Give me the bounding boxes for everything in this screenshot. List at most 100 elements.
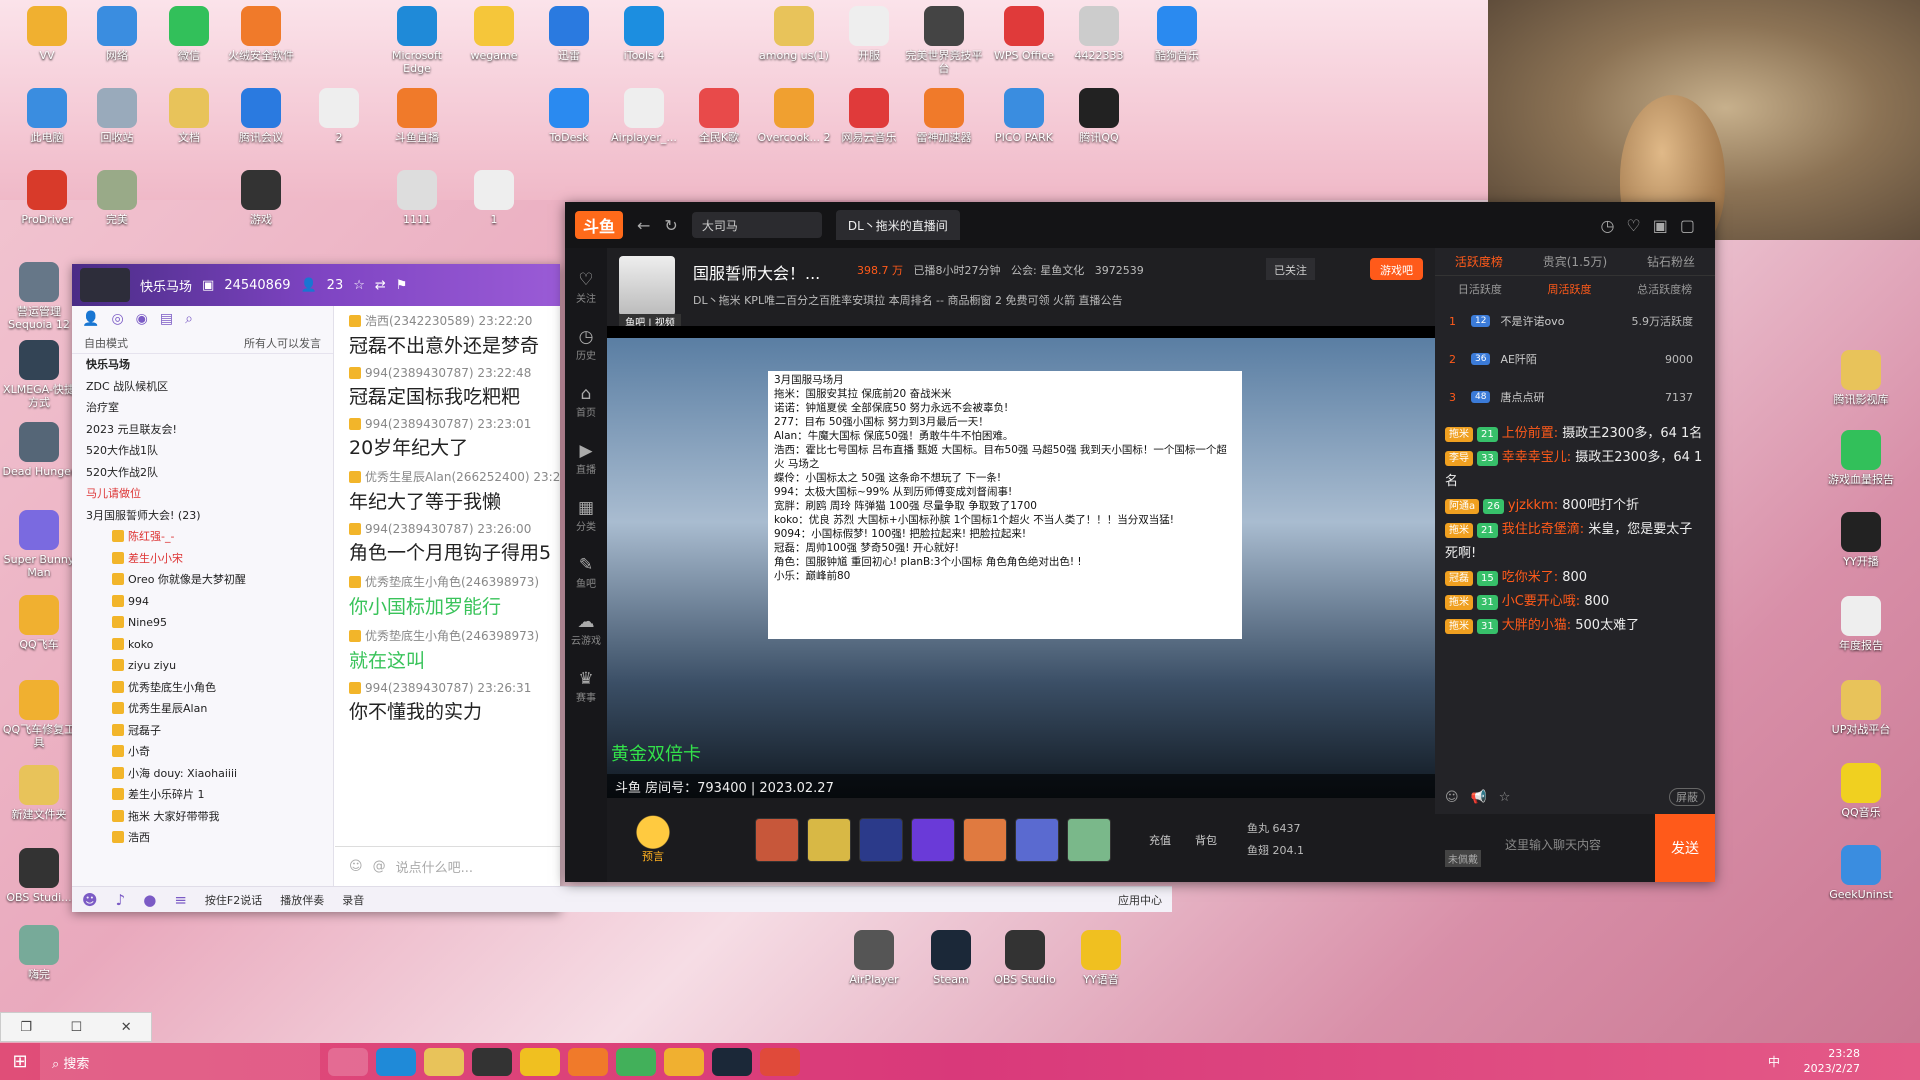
gift-item[interactable]	[807, 818, 851, 862]
desktop-icon[interactable]: 新建文件夹	[0, 765, 78, 821]
desktop-icon[interactable]: 1111	[378, 170, 456, 226]
rank-tab[interactable]: 活跃度榜	[1455, 253, 1503, 270]
desktop-icon[interactable]: 腾讯影视库	[1822, 350, 1900, 406]
desktop-icon[interactable]: 开服	[830, 6, 908, 62]
close-icon[interactable]: ✕	[121, 1020, 132, 1035]
desktop-icon[interactable]: 年度报告	[1822, 596, 1900, 652]
desktop-icon[interactable]: 游戏	[222, 170, 300, 226]
desktop-icon[interactable]: 腾讯QQ	[1060, 88, 1138, 144]
desktop-icon[interactable]: VV	[8, 6, 86, 62]
gift-item[interactable]	[1015, 818, 1059, 862]
video-player[interactable]: 3月国服马场月 拖米：国服安其拉 保底前20 奋战米米 诺诺：钟馗夏侯 全部保底50…	[607, 326, 1435, 798]
task-view-icon[interactable]	[328, 1047, 368, 1076]
desktop-icon[interactable]: 网易云音乐	[830, 88, 908, 144]
shield-toggle[interactable]: 屏蔽	[1669, 788, 1705, 806]
share-icon[interactable]: ⇄	[375, 278, 386, 293]
desktop-icon[interactable]: OBS Studi...	[0, 848, 78, 904]
desktop-icon[interactable]: 嗨完	[0, 925, 78, 981]
rank-tab[interactable]: 贵宾(1.5万)	[1543, 253, 1607, 270]
danmaku-user[interactable]: 幸幸幸宝儿:	[1502, 450, 1571, 465]
douyu-logo[interactable]: 斗鱼	[575, 211, 624, 239]
gift-item[interactable]	[911, 818, 955, 862]
channel-member[interactable]: 冠磊子	[86, 720, 333, 742]
desktop-icon[interactable]: 迅雷	[530, 6, 608, 62]
desktop-icon[interactable]: WPS Office	[985, 6, 1063, 62]
chat-input-area[interactable]: ☺ @ 说点什么吧...	[335, 846, 560, 886]
channel-member[interactable]: 差生小乐碎片 1	[86, 784, 333, 806]
desktop-icon[interactable]: YY开播	[1822, 512, 1900, 568]
game-button[interactable]: 游戏吧	[1370, 258, 1423, 280]
qq-icon[interactable]	[664, 1047, 704, 1076]
member-tool-icon[interactable]: 👤	[82, 311, 99, 327]
location-tool-icon[interactable]: ◉	[136, 311, 148, 327]
channel-item[interactable]: 快乐马场	[86, 354, 333, 376]
search-input[interactable]: 大司马	[691, 212, 822, 238]
danmaku-user[interactable]: 上份前置:	[1502, 426, 1558, 441]
desktop-icon[interactable]: 游戏血量报告	[1822, 430, 1900, 486]
gift-item[interactable]	[859, 818, 903, 862]
desktop-icon[interactable]: 1	[455, 170, 533, 226]
gift-item[interactable]	[1067, 818, 1111, 862]
danmaku-user[interactable]: 我住比奇堡滴:	[1502, 522, 1584, 537]
channel-item[interactable]: 2023 元旦联友会!	[86, 419, 333, 441]
rank-row[interactable]: 2 36 AE阡陌 9000	[1435, 340, 1715, 378]
settings-icon[interactable]: ⚑	[396, 278, 408, 293]
desktop-icon[interactable]: 微信	[150, 6, 228, 62]
badge-status[interactable]: 未佩戴	[1445, 850, 1481, 867]
desktop-icon[interactable]: 火绒安全软件	[222, 6, 300, 62]
rank-tab[interactable]: 钻石粉丝	[1647, 253, 1695, 270]
voice-tool-icon[interactable]: ◎	[111, 311, 123, 327]
chat-input[interactable]: 这里输入聊天内容	[1505, 836, 1601, 853]
desktop-icon[interactable]: 腾讯会议	[222, 88, 300, 144]
chat-input[interactable]: 说点什么吧...	[396, 857, 473, 876]
desktop-icon[interactable]: 文档	[150, 88, 228, 144]
speaker-icon[interactable]: ♪	[116, 891, 126, 909]
channel-item[interactable]: 520大作战2队	[86, 462, 333, 484]
follow-button[interactable]: 已关注	[1266, 258, 1315, 280]
steam-icon[interactable]	[712, 1047, 752, 1076]
channel-item[interactable]: 520大作战1队	[86, 440, 333, 462]
channel-item[interactable]: 马儿请做位	[86, 483, 333, 505]
desktop-icon[interactable]: 4422333	[1060, 6, 1138, 62]
rank-row[interactable]: 1 12 不是许诺ovo 5.9万活跃度	[1435, 302, 1715, 340]
channel-member[interactable]: 小海 douy: Xiaohaiiii	[86, 763, 333, 785]
desktop-icon[interactable]: PICO PARK	[985, 88, 1063, 144]
desktop-icon[interactable]: Overcook... 2	[755, 88, 833, 144]
channel-member[interactable]: 优秀生星辰Alan	[86, 698, 333, 720]
desktop-icon[interactable]: AirPlayer	[835, 930, 913, 986]
desktop-icon[interactable]: GeekUninst	[1822, 845, 1900, 901]
tab-live-room[interactable]: DL丶拖米的直播间	[835, 210, 960, 240]
sidebar-item[interactable]: ♡ 关注	[565, 270, 607, 305]
channel-member[interactable]: 差生小小宋	[86, 548, 333, 570]
system-clock[interactable]: 23:28 2023/2/27	[1804, 1046, 1860, 1076]
desktop-icon[interactable]: Microsoft Edge	[378, 6, 456, 75]
app-center[interactable]: 应用中心	[1118, 892, 1162, 908]
gift-item[interactable]	[963, 818, 1007, 862]
rank-subtab[interactable]: 日活跃度	[1458, 281, 1502, 297]
sidebar-item[interactable]: ⌂ 首页	[565, 384, 607, 419]
desktop-icon[interactable]: QQ飞车修复工具	[0, 680, 78, 749]
desktop-icon[interactable]: 此电脑	[8, 88, 86, 144]
danmaku-user[interactable]: 大胖的小猫:	[1502, 618, 1571, 633]
group-avatar[interactable]	[80, 268, 130, 302]
horn-icon[interactable]: 📢	[1471, 790, 1487, 805]
channel-item[interactable]: ZDC 战队候机区	[86, 376, 333, 398]
channel-member[interactable]: Nine95	[86, 612, 333, 634]
record-button[interactable]: 录音	[342, 892, 364, 908]
channel-member[interactable]: 拖米 大家好带带我	[86, 806, 333, 828]
desktop-icon[interactable]: UP对战平台	[1822, 680, 1900, 736]
search-icon[interactable]: ⌕	[185, 311, 193, 327]
star-icon[interactable]: ☆	[353, 278, 365, 293]
maximize-icon[interactable]: ☐	[71, 1020, 83, 1035]
rank-subtab[interactable]: 总活跃度榜	[1637, 281, 1692, 297]
desktop-icon[interactable]: 营运管理Sequoia 12	[0, 262, 78, 331]
danmaku-user[interactable]: 吃你米了:	[1502, 570, 1558, 585]
channel-member[interactable]: ziyu ziyu	[86, 655, 333, 677]
desktop-icon[interactable]: Dead Hunger	[0, 422, 78, 478]
app-icon[interactable]	[472, 1047, 512, 1076]
desktop-icon[interactable]: 完美世界竞技平台	[905, 6, 983, 75]
edge-icon[interactable]	[376, 1047, 416, 1076]
desktop-icon[interactable]: 回收站	[78, 88, 156, 144]
sidebar-item[interactable]: ◷ 历史	[565, 327, 607, 362]
emoji-icon[interactable]: ☺	[1445, 790, 1459, 805]
